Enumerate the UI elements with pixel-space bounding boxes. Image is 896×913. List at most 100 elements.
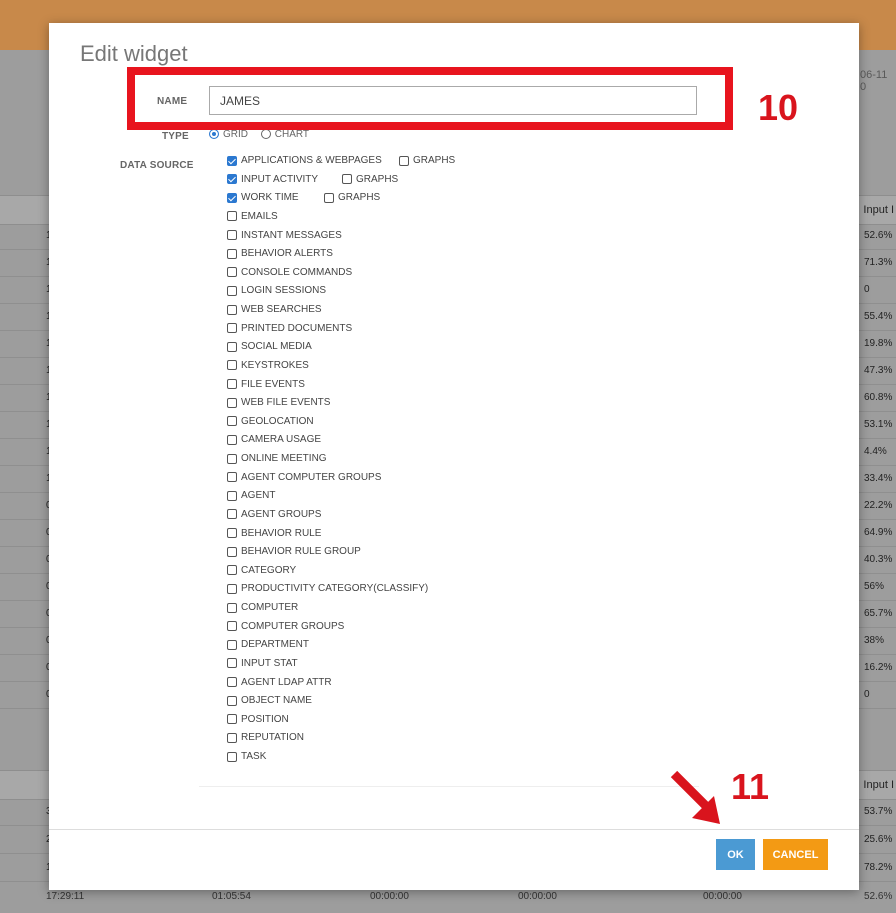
graphs-option: GRAPHS xyxy=(342,174,398,185)
data-source-label-text: INPUT ACTIVITY xyxy=(241,173,319,185)
background-cell: 78.2% xyxy=(864,862,893,873)
data-source-label-text: BEHAVIOR ALERTS xyxy=(241,248,333,260)
data-source-label-text: CAMERA USAGE xyxy=(241,434,322,446)
data-source-checkbox[interactable] xyxy=(227,621,237,632)
data-source-checkbox[interactable] xyxy=(227,304,237,315)
content-divider xyxy=(199,786,699,787)
data-source-checkbox[interactable] xyxy=(227,285,237,296)
data-source-label-text: SOCIAL MEDIA xyxy=(241,341,312,353)
data-source-checkbox[interactable] xyxy=(227,323,237,334)
background-cell: 25.6% xyxy=(864,834,893,845)
data-source-label-text: AGENT GROUPS xyxy=(241,508,322,520)
data-source-item: CATEGORY xyxy=(227,565,428,584)
arrow-icon xyxy=(670,770,720,824)
data-source-checkbox[interactable] xyxy=(227,509,237,520)
data-source-checkbox[interactable] xyxy=(227,267,237,278)
data-source-label-text: CATEGORY xyxy=(241,564,297,576)
data-source-label-text: BEHAVIOR RULE xyxy=(241,527,322,539)
background-column-header: Input I xyxy=(863,204,894,216)
data-source-item: LOGIN SESSIONS xyxy=(227,285,428,304)
data-source-label-text: COMPUTER xyxy=(241,602,299,613)
data-source-checkbox[interactable] xyxy=(227,695,237,706)
data-source-label-text: ONLINE MEETING xyxy=(241,453,327,464)
data-source-checkbox[interactable] xyxy=(227,379,237,389)
data-source-checkbox[interactable] xyxy=(227,751,237,762)
data-source-checkbox[interactable] xyxy=(227,602,237,613)
data-source-checkbox[interactable] xyxy=(227,211,237,222)
background-cell: 4.4% xyxy=(864,446,887,457)
footer-divider xyxy=(49,829,859,830)
graphs-label: GRAPHS xyxy=(413,155,456,166)
data-source-item: AGENT LDAP ATTR xyxy=(227,677,428,696)
data-source-checkbox[interactable] xyxy=(227,490,237,501)
data-source-item: AGENT GROUPS xyxy=(227,509,428,528)
data-source-checkbox[interactable] xyxy=(227,174,237,185)
data-source-item: OBJECT NAME xyxy=(227,695,428,714)
data-source-checkbox[interactable] xyxy=(227,677,237,687)
data-source-checkbox[interactable] xyxy=(227,583,237,594)
data-source-checkbox[interactable] xyxy=(227,732,237,743)
background-cell: 60.8% xyxy=(864,392,893,403)
data-source-item: TASK xyxy=(227,751,428,770)
background-date: 06-11 0 xyxy=(860,69,888,93)
graphs-checkbox[interactable] xyxy=(399,155,409,166)
data-source-checkbox[interactable] xyxy=(227,416,237,427)
data-source-checkbox[interactable] xyxy=(227,714,237,725)
edit-widget-dialog: Edit widget NAME TYPE GRID CHART DATA SO… xyxy=(49,23,859,890)
ok-button[interactable]: OK xyxy=(716,839,755,870)
data-source-checkbox[interactable] xyxy=(227,192,237,203)
data-source-label-text: WEB FILE EVENTS xyxy=(241,397,331,409)
data-source-checkbox[interactable] xyxy=(227,565,237,576)
data-source-checkbox[interactable] xyxy=(227,397,237,408)
background-cell: 19.8% xyxy=(864,338,893,349)
graphs-checkbox[interactable] xyxy=(342,174,352,185)
data-source-label-text: DEPARTMENT xyxy=(241,639,309,651)
background-cell: 47.3% xyxy=(864,365,893,376)
data-source-label-text: APPLICATIONS & WEBPAGES xyxy=(241,155,382,166)
background-column-header-2: Input I xyxy=(863,779,894,791)
type-radio-group: GRID CHART xyxy=(209,129,309,141)
background-cell: 22.2% xyxy=(864,500,893,511)
data-source-label-text: EMAILS xyxy=(241,210,278,222)
graphs-label: GRAPHS xyxy=(338,192,381,204)
data-source-label-text: WEB SEARCHES xyxy=(241,304,322,315)
data-source-checkbox[interactable] xyxy=(227,528,237,538)
data-source-item: WORK TIME GRAPHS xyxy=(227,192,428,211)
type-chart-radio[interactable] xyxy=(260,129,271,140)
data-source-label: DATA SOURCE xyxy=(120,160,194,171)
type-grid-radio[interactable] xyxy=(209,129,219,140)
cancel-button[interactable]: CANCEL xyxy=(763,839,828,870)
data-source-item: KEYSTROKES xyxy=(227,360,428,379)
data-source-checkbox[interactable] xyxy=(227,639,237,650)
background-cell: 0 xyxy=(864,689,870,700)
step-number-11: 11 xyxy=(731,766,770,807)
data-source-item: INPUT STAT xyxy=(227,658,428,677)
data-source-item: INPUT ACTIVITY GRAPHS xyxy=(227,174,428,193)
data-source-label-text: BEHAVIOR RULE GROUP xyxy=(241,546,361,558)
data-source-checkbox[interactable] xyxy=(227,360,237,371)
data-source-label-text: AGENT COMPUTER GROUPS xyxy=(241,471,382,483)
data-source-item: BEHAVIOR RULE xyxy=(227,528,428,547)
graphs-checkbox[interactable] xyxy=(324,192,334,203)
data-source-label-text: AGENT xyxy=(241,490,276,502)
type-grid-label: GRID xyxy=(223,129,248,140)
data-source-checkbox[interactable] xyxy=(227,658,237,669)
data-source-checkbox[interactable] xyxy=(227,546,237,557)
data-source-checkbox[interactable] xyxy=(227,453,237,464)
data-source-item: AGENT xyxy=(227,490,428,509)
background-cell: 33.4% xyxy=(864,473,893,484)
data-source-list: APPLICATIONS & WEBPAGES GRAPHS INPUT ACTIV… xyxy=(227,155,455,770)
data-source-checkbox[interactable] xyxy=(227,341,237,352)
data-source-label-text: REPUTATION xyxy=(241,732,304,744)
data-source-item: ONLINE MEETING xyxy=(227,453,428,472)
data-source-checkbox[interactable] xyxy=(227,434,237,445)
step-number-10: 10 xyxy=(758,87,799,128)
type-chart-label: CHART xyxy=(274,129,310,140)
background-cell: 00:00:00 xyxy=(370,891,409,902)
data-source-item: WEB SEARCHES xyxy=(227,304,428,323)
data-source-checkbox[interactable] xyxy=(227,472,237,483)
data-source-checkbox[interactable] xyxy=(227,155,237,166)
data-source-checkbox[interactable] xyxy=(227,230,237,240)
data-source-item: INSTANT MESSAGES xyxy=(227,230,428,249)
data-source-checkbox[interactable] xyxy=(227,248,237,259)
